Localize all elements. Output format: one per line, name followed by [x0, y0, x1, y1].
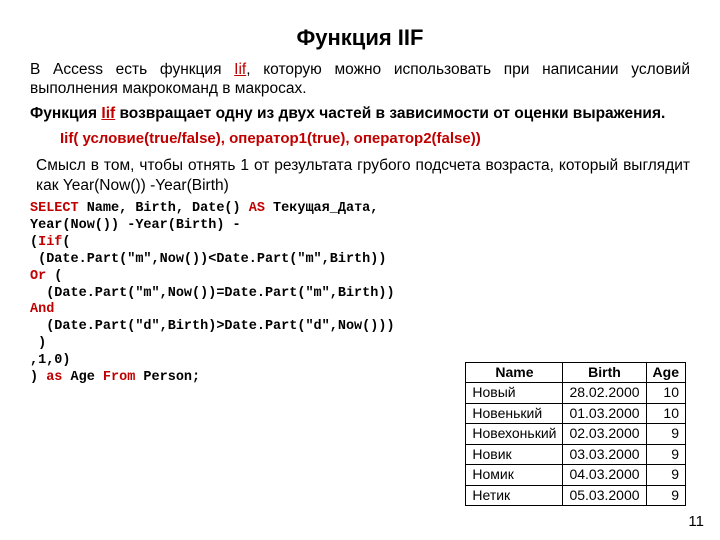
- cell-name: Новый: [466, 383, 563, 404]
- table-row: Новый28.02.200010: [466, 383, 686, 404]
- code-text: Name, Birth, Date(): [79, 201, 249, 216]
- cell-birth: 01.03.2000: [563, 403, 646, 424]
- cell-age: 9: [646, 485, 685, 506]
- cell-name: Новик: [466, 444, 563, 465]
- keyword-select: SELECT: [30, 201, 79, 216]
- cell-birth: 05.03.2000: [563, 485, 646, 506]
- code-text: (: [62, 235, 70, 250]
- keyword-iif: Iif: [38, 235, 62, 250]
- text: Функция: [30, 105, 101, 122]
- code-text: ,1,0): [30, 353, 71, 368]
- code-text: (: [46, 269, 62, 284]
- cell-birth: 04.03.2000: [563, 465, 646, 486]
- page-number: 11: [688, 513, 704, 532]
- table-row: Новик03.03.20009: [466, 444, 686, 465]
- keyword-as: AS: [249, 201, 265, 216]
- code-text: Age: [62, 370, 103, 385]
- keyword-or: Or: [30, 269, 46, 284]
- title: Функция IIF: [30, 24, 690, 52]
- keyword-and: And: [30, 302, 54, 317]
- function-name: Iif: [234, 61, 246, 78]
- code-text: (Date.Part("d",Birth)>Date.Part("d",Now(…: [30, 319, 395, 334]
- function-name: Iif: [101, 105, 115, 122]
- code-text: (Date.Part("m",Now())<Date.Part("m",Birt…: [30, 252, 386, 267]
- code-text: ): [30, 370, 46, 385]
- cell-name: Нетик: [466, 485, 563, 506]
- code-text: Person;: [135, 370, 200, 385]
- paragraph-3: Смысл в том, чтобы отнять 1 от результат…: [36, 156, 690, 195]
- cell-birth: 02.03.2000: [563, 424, 646, 445]
- code-text: (: [30, 235, 38, 250]
- keyword-as: as: [46, 370, 62, 385]
- table-row: Номик04.03.20009: [466, 465, 686, 486]
- col-name: Name: [466, 362, 563, 383]
- table-row: Новехонький02.03.20009: [466, 424, 686, 445]
- result-table: Name Birth Age Новый28.02.200010Новеньки…: [465, 362, 686, 507]
- cell-age: 9: [646, 424, 685, 445]
- table-header-row: Name Birth Age: [466, 362, 686, 383]
- paragraph-1: В Access есть функция Iif, которую можно…: [30, 60, 690, 99]
- code-block: SELECT Name, Birth, Date() AS Текущая_Да…: [30, 201, 690, 387]
- table-row: Новенький01.03.200010: [466, 403, 686, 424]
- text: возвращает одну из двух частей в зависим…: [115, 105, 665, 122]
- cell-name: Номик: [466, 465, 563, 486]
- cell-age: 9: [646, 444, 685, 465]
- paragraph-2: Функция Iif возвращает одну из двух част…: [30, 104, 690, 123]
- code-text: ): [30, 336, 46, 351]
- cell-age: 10: [646, 403, 685, 424]
- cell-name: Новенький: [466, 403, 563, 424]
- col-birth: Birth: [563, 362, 646, 383]
- code-text: (Date.Part("m",Now())=Date.Part("m",Birt…: [30, 286, 395, 301]
- code-text: Year(Now()) -Year(Birth) -: [30, 218, 241, 233]
- cell-birth: 28.02.2000: [563, 383, 646, 404]
- table-row: Нетик05.03.20009: [466, 485, 686, 506]
- code-text: Текущая_Дата,: [265, 201, 378, 216]
- syntax-line: Iif( условие(true/false), оператор1(true…: [60, 130, 690, 149]
- cell-birth: 03.03.2000: [563, 444, 646, 465]
- text: В Access есть функция: [30, 61, 234, 78]
- cell-name: Новехонький: [466, 424, 563, 445]
- col-age: Age: [646, 362, 685, 383]
- cell-age: 9: [646, 465, 685, 486]
- keyword-from: From: [103, 370, 135, 385]
- cell-age: 10: [646, 383, 685, 404]
